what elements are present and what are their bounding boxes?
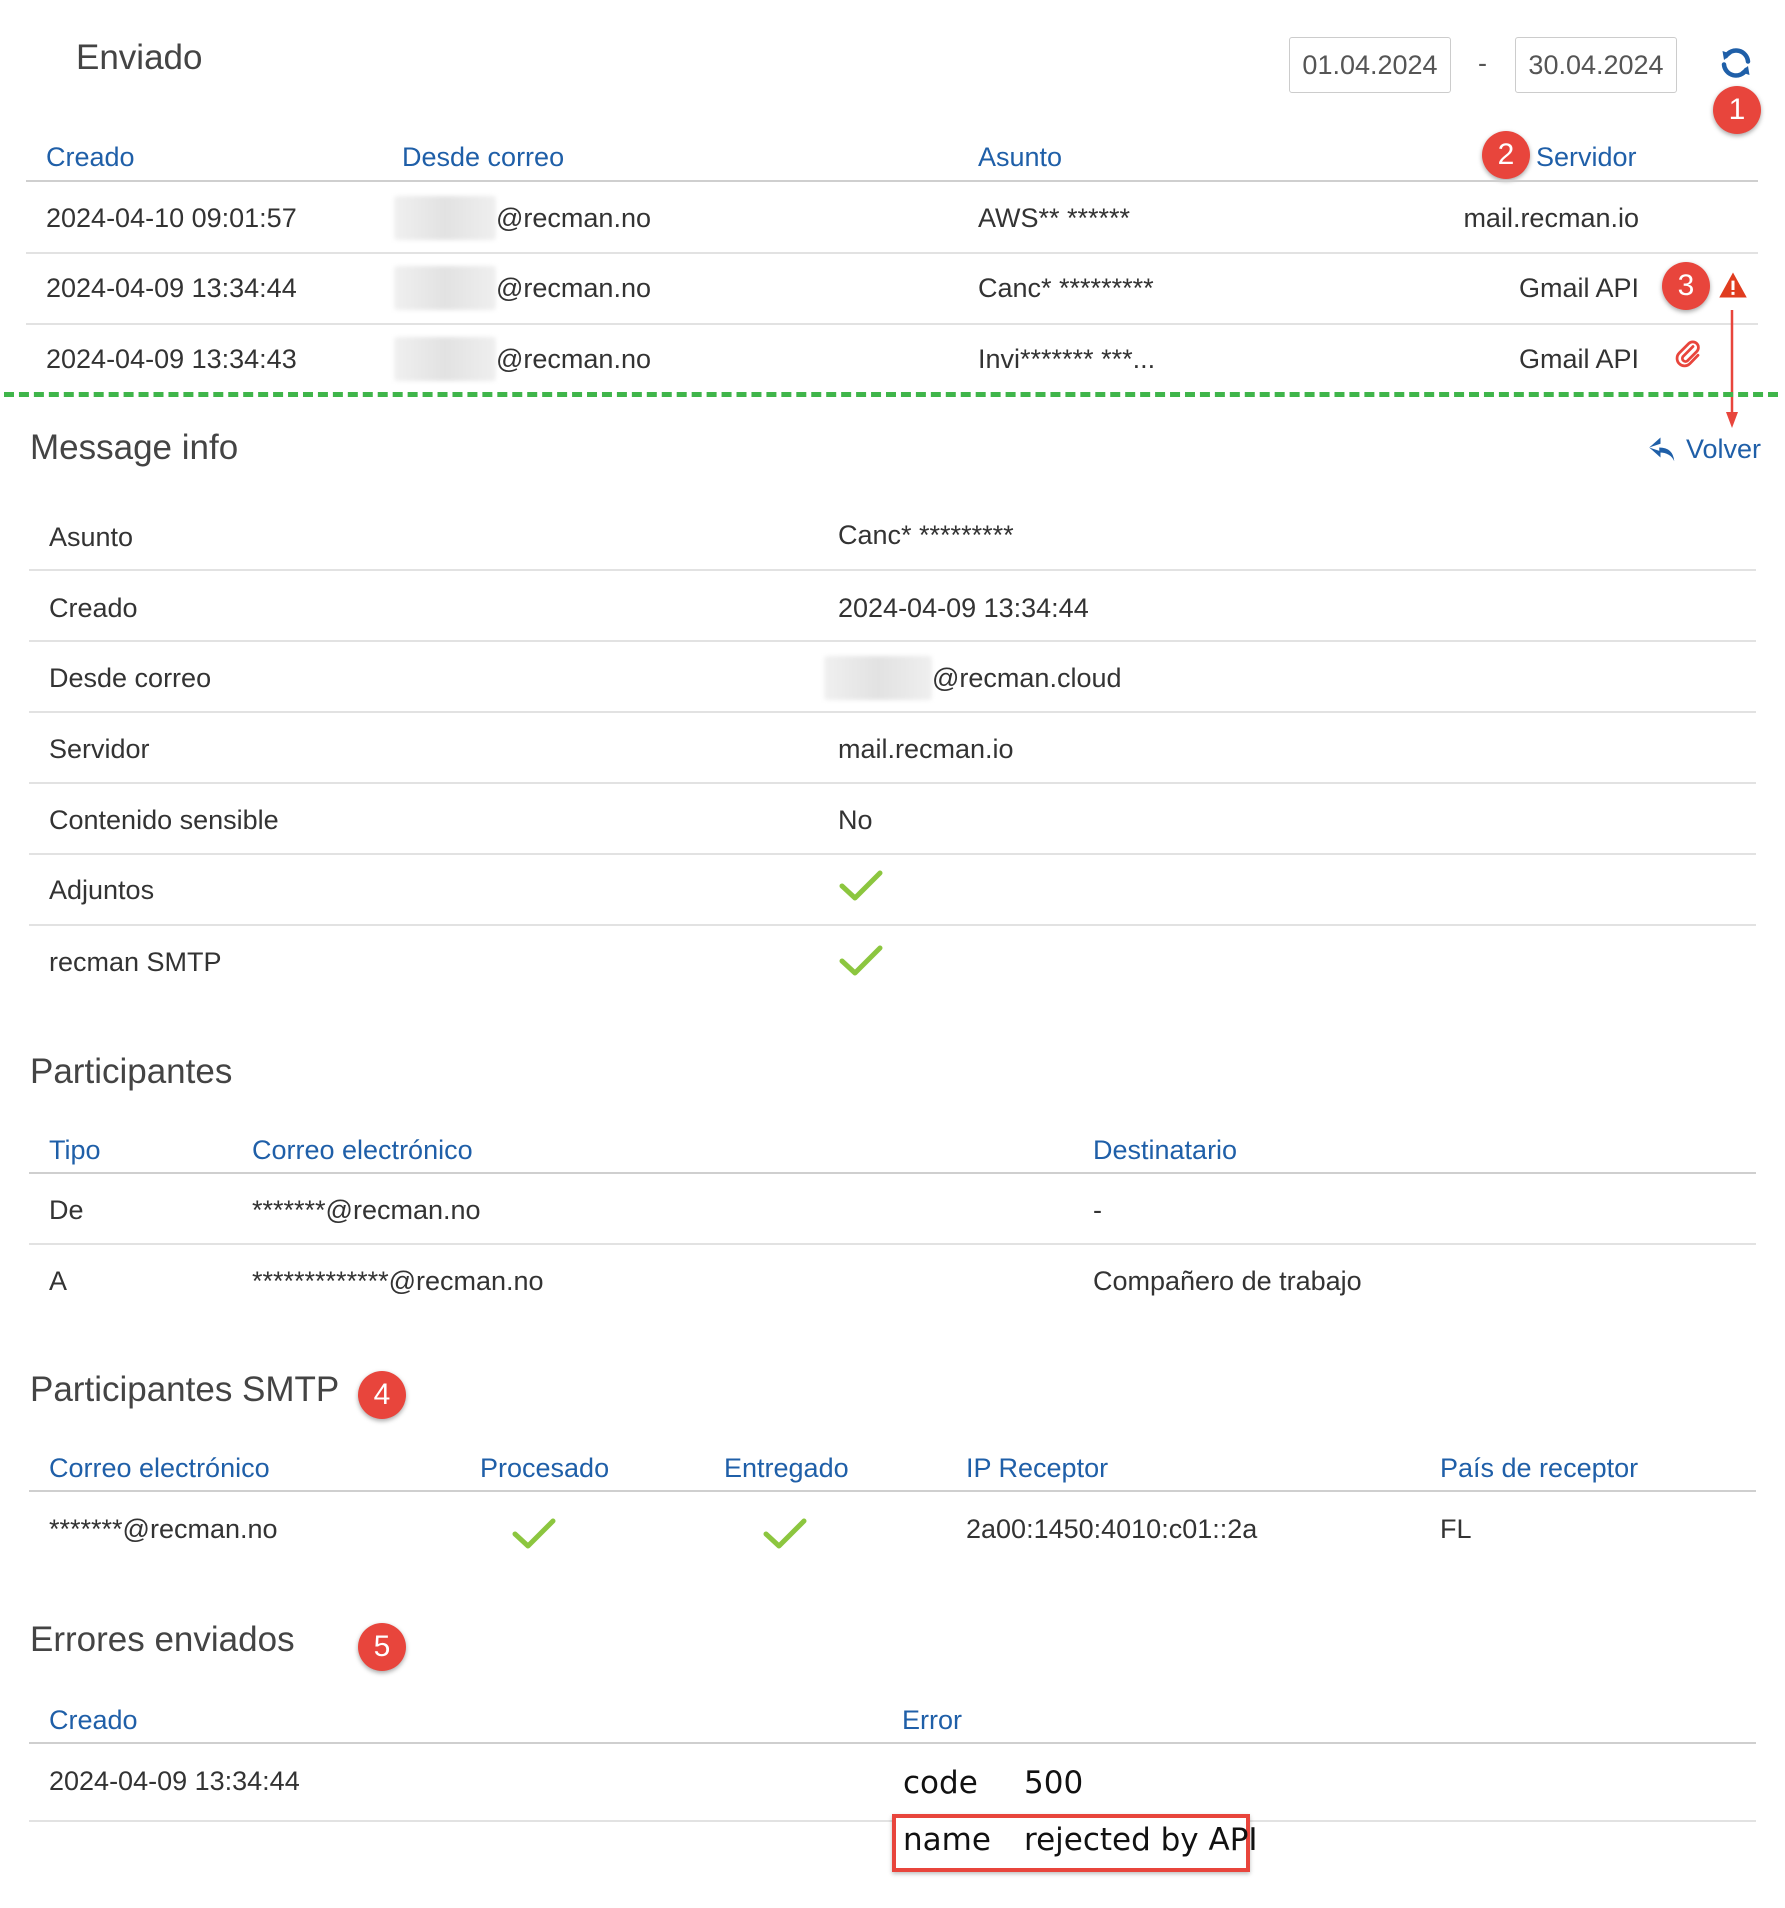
error-code-value: 500 [1024, 1765, 1084, 1801]
row-divider [29, 711, 1756, 713]
col-header-delivered[interactable]: Entregado [724, 1453, 849, 1484]
participant-recipient: - [1093, 1195, 1102, 1225]
row-created: 2024-04-09 13:34:43 [46, 344, 297, 374]
participant-email: *************@recman.no [252, 1266, 544, 1296]
table-header-divider [29, 1172, 1756, 1174]
info-value: mail.recman.io [838, 734, 1014, 764]
col-header-receiver-ip[interactable]: IP Receptor [966, 1453, 1108, 1484]
page-title: Enviado [76, 38, 203, 77]
participants-title: Participantes [30, 1052, 233, 1091]
row-divider [29, 569, 1756, 571]
info-label: recman SMTP [49, 947, 222, 977]
date-to-input[interactable] [1515, 37, 1677, 93]
row-server: Gmail API [1518, 344, 1639, 374]
info-value: No [838, 805, 873, 835]
participant-type: De [49, 1195, 84, 1225]
error-code-key: code [903, 1765, 978, 1801]
row-subject: Invi******* ***... [978, 344, 1156, 374]
smtp-receiver-country: FL [1440, 1514, 1472, 1544]
col-header-error[interactable]: Error [902, 1705, 962, 1736]
blurred-email-prefix [824, 656, 932, 700]
blurred-email-prefix [394, 196, 496, 240]
row-divider [26, 323, 1758, 325]
info-label: Contenido sensible [49, 805, 279, 835]
row-created: 2024-04-10 09:01:57 [46, 203, 297, 233]
row-subject: Canc* ********* [978, 273, 1154, 303]
row-divider [29, 1243, 1756, 1245]
paperclip-icon[interactable] [1673, 338, 1703, 370]
annotation-arrow [1726, 310, 1738, 428]
annotation-badge-1: 1 [1713, 86, 1761, 134]
table-header-divider [29, 1490, 1756, 1492]
annotation-badge-4: 4 [358, 1371, 406, 1419]
error-name-value: rejected by API [1024, 1822, 1258, 1858]
row-from: @recman.no [496, 203, 651, 233]
col-header-created[interactable]: Creado [46, 142, 135, 173]
errors-title: Errores enviados [30, 1620, 295, 1659]
blurred-email-prefix [394, 337, 496, 381]
col-header-email[interactable]: Correo electrónico [252, 1135, 473, 1166]
col-header-recipient[interactable]: Destinatario [1093, 1135, 1237, 1166]
smtp-email: *******@recman.no [49, 1514, 278, 1544]
row-from: @recman.no [496, 273, 651, 303]
check-icon [511, 1516, 557, 1552]
participant-type: A [49, 1266, 68, 1296]
message-info-title: Message info [30, 428, 239, 467]
date-from-input[interactable] [1289, 37, 1451, 93]
check-icon [838, 943, 884, 979]
col-header-type[interactable]: Tipo [49, 1135, 101, 1166]
annotation-badge-3: 3 [1662, 262, 1710, 310]
col-header-subject[interactable]: Asunto [978, 142, 1062, 173]
row-subject: AWS** ****** [978, 203, 1131, 233]
row-divider [29, 924, 1756, 926]
row-divider [26, 252, 1758, 254]
col-header-server[interactable]: Servidor [1536, 142, 1637, 173]
section-divider [4, 392, 1778, 397]
row-divider [29, 640, 1756, 642]
info-label: Creado [49, 593, 138, 623]
row-server: mail.recman.io [1463, 203, 1639, 233]
annotation-badge-5: 5 [358, 1623, 406, 1671]
info-label: Servidor [49, 734, 150, 764]
row-server: Gmail API [1518, 273, 1639, 303]
participant-email: *******@recman.no [252, 1195, 481, 1225]
info-label: Asunto [49, 522, 134, 552]
error-name-key: name [903, 1822, 991, 1858]
row-divider [29, 782, 1756, 784]
info-value: 2024-04-09 13:34:44 [838, 593, 1089, 623]
col-header-processed[interactable]: Procesado [480, 1453, 609, 1484]
row-from: @recman.no [496, 344, 651, 374]
col-header-from[interactable]: Desde correo [402, 142, 564, 173]
col-header-email[interactable]: Correo electrónico [49, 1453, 270, 1484]
participant-recipient: Compañero de trabajo [1093, 1266, 1362, 1296]
back-button[interactable]: Volver [1648, 434, 1761, 465]
info-label: Adjuntos [49, 875, 155, 905]
col-header-created[interactable]: Creado [49, 1705, 138, 1736]
smtp-participants-title: Participantes SMTP [30, 1370, 340, 1409]
table-header-divider [29, 1742, 1756, 1744]
row-created: 2024-04-09 13:34:44 [46, 273, 297, 303]
back-label: Volver [1686, 434, 1762, 464]
date-separator: - [1478, 48, 1487, 78]
annotation-badge-2: 2 [1482, 131, 1530, 179]
check-icon [838, 868, 884, 904]
table-header-divider [26, 180, 1758, 182]
check-icon [762, 1516, 808, 1552]
smtp-receiver-ip: 2a00:1450:4010:c01::2a [966, 1514, 1258, 1544]
refresh-icon[interactable] [1718, 45, 1754, 81]
warning-icon[interactable] [1718, 270, 1748, 300]
reply-arrow-icon [1648, 436, 1678, 464]
info-value: @recman.cloud [932, 663, 1122, 693]
info-value: Canc* ********* [838, 520, 1014, 550]
error-created: 2024-04-09 13:34:44 [49, 1766, 300, 1796]
row-divider [29, 853, 1756, 855]
info-label: Desde correo [49, 663, 212, 693]
blurred-email-prefix [394, 266, 496, 310]
col-header-receiver-country[interactable]: País de receptor [1440, 1453, 1638, 1484]
